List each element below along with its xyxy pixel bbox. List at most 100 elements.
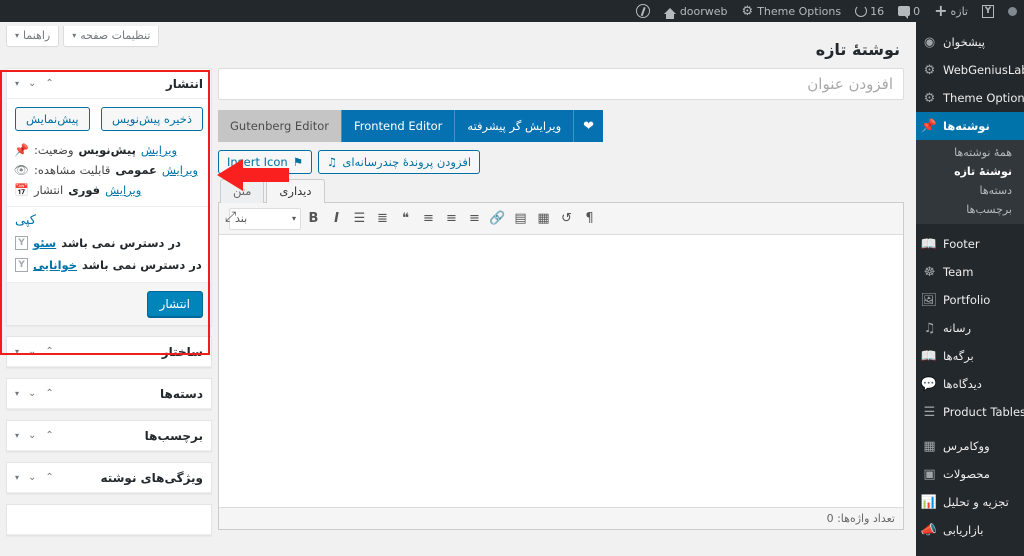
flask-icon: ⚙ <box>923 62 936 78</box>
sidebar-subitem-categories[interactable]: دسته‌ها <box>916 181 1024 200</box>
sidebar-item-team[interactable]: Team ☸ <box>916 258 1024 286</box>
sidebar-item-label: Product Tables <box>943 405 1024 419</box>
sidebar-item-label: محصولات <box>943 467 990 481</box>
publish-button[interactable]: انتشار <box>146 291 203 317</box>
sidebar-item-label: Portfolio <box>943 293 991 307</box>
bold-icon[interactable]: B <box>303 208 324 229</box>
keyboard-icon[interactable]: ▦ <box>533 208 554 229</box>
admin-bar-dot[interactable] <box>1001 0 1024 22</box>
editor-mode-tabs: دیداری متن <box>218 179 904 203</box>
editor-content-area[interactable] <box>219 235 903 507</box>
toggle-panel-icon[interactable]: ▾ <box>15 79 19 88</box>
sidebar-item-theme-options[interactable]: Theme Options ⚙ <box>916 84 1024 112</box>
chart-icon: 📊 <box>920 494 937 510</box>
sidebar-item-pages[interactable]: برگه‌ها 📖 <box>916 342 1024 370</box>
publish-metabox-controls: ⌃ ⌄ ▾ <box>15 78 54 89</box>
admin-sidebar-menu: پیشخوان ◉ WebGeniusLab ⚙ Theme Options ⚙… <box>916 22 1024 556</box>
toggle-panel-icon[interactable]: ▾ <box>15 431 19 440</box>
sidebar-item-dashboard[interactable]: پیشخوان ◉ <box>916 28 1024 56</box>
blockquote-icon[interactable]: ❝ <box>395 208 416 229</box>
sidebar-item-comments[interactable]: دیدگاه‌ها 💬 <box>916 370 1024 398</box>
bullet-list-icon[interactable]: ☰ <box>349 208 370 229</box>
tab-advanced-editor[interactable]: ویرایش گر پیشرفته <box>454 110 574 142</box>
seo-score-label[interactable]: سئو <box>33 236 56 250</box>
metabox-header[interactable]: دسته‌ها ⌃ ⌄ ▾ <box>7 379 211 409</box>
admin-bar-site-name[interactable]: doorweb <box>657 0 735 22</box>
save-draft-button[interactable]: ذخیره پیش‌نویس <box>100 107 203 131</box>
metabox-title: دسته‌ها <box>160 386 203 401</box>
post-title-input[interactable]: افزودن عنوان <box>218 68 904 100</box>
move-up-icon[interactable]: ⌃ <box>45 388 53 399</box>
admin-bar-yoast[interactable] <box>975 0 1001 22</box>
move-down-icon[interactable]: ⌄ <box>28 388 36 399</box>
more-tag-icon[interactable]: ▤ <box>510 208 531 229</box>
sidebar-item-product-tables[interactable]: Product Tables ☰ <box>916 398 1024 426</box>
edit-schedule-link[interactable]: ویرایش <box>105 183 141 197</box>
rtl-icon[interactable]: ¶ <box>579 208 600 229</box>
copy-link[interactable]: کپی <box>15 213 36 228</box>
site-name-label: doorweb <box>679 4 728 18</box>
align-center-icon[interactable]: ≡ <box>441 208 462 229</box>
italic-icon[interactable]: I <box>326 208 347 229</box>
metabox-header[interactable]: ویژگی‌های نوشته ⌃ ⌄ ▾ <box>7 463 211 493</box>
sidebar-submenu-posts: همهٔ نوشته‌ها نوشتهٔ تازه دسته‌ها برچسب‌… <box>916 140 1024 224</box>
move-up-icon[interactable]: ⌃ <box>45 78 53 89</box>
sidebar-item-webgeniuslab[interactable]: WebGeniusLab ⚙ <box>916 56 1024 84</box>
toggle-panel-icon[interactable]: ▾ <box>15 347 19 356</box>
sidebar-item-portfolio[interactable]: Portfolio 🖼 <box>916 286 1024 314</box>
align-left-icon[interactable]: ≡ <box>464 208 485 229</box>
admin-bar-wp-logo[interactable] <box>629 0 657 22</box>
publish-when-label: انتشار <box>34 183 64 197</box>
admin-bar-theme-options[interactable]: Theme Options ⚙ <box>735 0 849 22</box>
preview-button[interactable]: پیش‌نمایش <box>15 107 90 131</box>
readability-score-label[interactable]: خوانایی <box>33 258 77 272</box>
sidebar-subitem-all-posts[interactable]: همهٔ نوشته‌ها <box>916 143 1024 162</box>
move-down-icon[interactable]: ⌄ <box>28 78 36 89</box>
metabox-header[interactable] <box>7 505 211 535</box>
undo-icon[interactable]: ↺ <box>556 208 577 229</box>
sidebar-item-footer[interactable]: Footer 📖 <box>916 230 1024 258</box>
numbered-list-icon[interactable]: ≣ <box>372 208 393 229</box>
publish-schedule-row: ویرایش فوری انتشار 📅 <box>14 180 203 200</box>
sidebar-item-products[interactable]: محصولات ▣ <box>916 460 1024 488</box>
sidebar-item-woocommerce[interactable]: ووکامرس ▦ <box>916 432 1024 460</box>
sidebar-subitem-tags[interactable]: برچسب‌ها <box>916 200 1024 219</box>
toggle-panel-icon[interactable]: ▾ <box>15 473 19 482</box>
move-down-icon[interactable]: ⌄ <box>28 346 36 357</box>
toggle-panel-icon[interactable]: ▾ <box>15 389 19 398</box>
gear-icon: ⚙ <box>923 90 936 106</box>
fullscreen-icon[interactable]: ⤢ <box>225 209 236 225</box>
move-up-icon[interactable]: ⌃ <box>45 430 53 441</box>
screen-options-toggle-button[interactable]: ▾ تنظیمات صفحه <box>63 26 160 47</box>
add-media-button[interactable]: افزودن پروندهٔ چندرسانه‌ای ♫ <box>318 150 481 174</box>
edit-visibility-link[interactable]: ویرایش <box>162 163 198 177</box>
metabox-format: ساختار ⌃ ⌄ ▾ <box>6 336 212 368</box>
tab-gutenberg-editor[interactable]: Gutenberg Editor <box>218 110 341 142</box>
metabox-header[interactable]: ساختار ⌃ ⌄ ▾ <box>7 337 211 367</box>
caret-down-icon: ▾ <box>15 30 20 40</box>
admin-bar-updates[interactable]: 16 <box>848 0 891 22</box>
admin-bar-comments[interactable]: 0 <box>891 0 927 22</box>
metabox-header[interactable]: برچسب‌ها ⌃ ⌄ ▾ <box>7 421 211 451</box>
sidebar-item-label: تجزیه و تحلیل <box>943 495 1009 509</box>
move-down-icon[interactable]: ⌄ <box>28 472 36 483</box>
edit-status-link[interactable]: ویرایش <box>141 143 177 157</box>
sidebar-subitem-new-post[interactable]: نوشتهٔ تازه <box>916 162 1024 181</box>
move-up-icon[interactable]: ⌃ <box>45 346 53 357</box>
sidebar-item-analytics[interactable]: تجزیه و تحلیل 📊 <box>916 488 1024 516</box>
sidebar-item-marketing[interactable]: بازاریابی 📣 <box>916 516 1024 544</box>
admin-bar-new-content[interactable]: تازه + <box>927 0 975 22</box>
publish-metabox-header[interactable]: انتشار ⌃ ⌄ ▾ <box>7 69 211 99</box>
tab-frontend-editor[interactable]: Frontend Editor <box>340 110 455 142</box>
link-icon[interactable]: 🔗 <box>487 208 508 229</box>
paragraph-format-select[interactable]: ▾ بند <box>229 207 301 230</box>
sidebar-item-label: WebGeniusLab <box>943 63 1024 77</box>
sidebar-item-posts[interactable]: نوشته‌ها 📌 <box>916 112 1024 140</box>
heart-icon[interactable]: ❤ <box>573 110 604 142</box>
sidebar-item-media[interactable]: رسانه ♫ <box>916 314 1024 342</box>
move-down-icon[interactable]: ⌄ <box>28 430 36 441</box>
pin-icon: 📌 <box>14 143 29 157</box>
move-up-icon[interactable]: ⌃ <box>45 472 53 483</box>
align-right-icon[interactable]: ≡ <box>418 208 439 229</box>
help-toggle-button[interactable]: ▾ راهنما <box>6 26 60 47</box>
